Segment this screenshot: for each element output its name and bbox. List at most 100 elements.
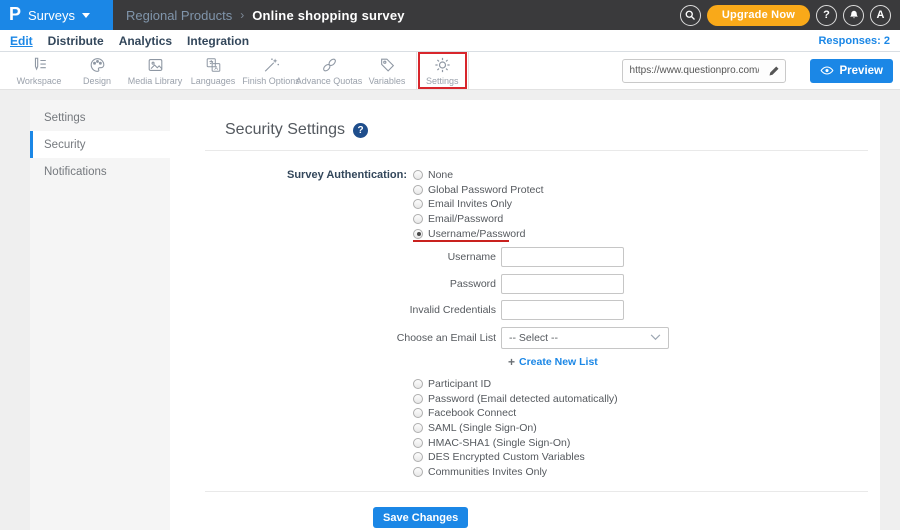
radio-icon — [413, 437, 423, 448]
breadcrumb-folder[interactable]: Regional Products — [126, 8, 232, 23]
questionpro-logo: P — [9, 4, 22, 24]
radio-icon — [413, 408, 423, 419]
radio-icon — [413, 466, 423, 477]
survey-nav: Edit Distribute Analytics Integration Re… — [0, 30, 900, 52]
radio-option-hmac-sha1[interactable]: HMAC-SHA1 (Single Sign-On) — [413, 435, 880, 450]
radio-option-global-password[interactable]: Global Password Protect — [413, 183, 544, 198]
auth-options-bottom: Participant ID Password (Email detected … — [413, 377, 880, 479]
advance-quotas-icon — [322, 58, 336, 71]
invalid-credentials-row: Invalid Credentials — [170, 300, 880, 321]
search-button[interactable] — [679, 4, 701, 26]
toolbar-item-settings[interactable]: Settings — [416, 52, 469, 89]
notifications-button[interactable] — [843, 4, 864, 26]
toolbar-item-advance-quotas[interactable]: Advance Quotas — [296, 56, 362, 86]
settings-highlight-annotation: Settings — [418, 52, 467, 89]
radio-icon — [413, 379, 423, 390]
username-field[interactable] — [501, 247, 624, 268]
responses-link[interactable]: Responses: 2 — [818, 35, 890, 47]
breadcrumb: Regional Products › Online shopping surv… — [126, 0, 405, 30]
design-icon — [90, 57, 104, 72]
workspace-icon — [34, 57, 46, 70]
edit-url-button[interactable] — [763, 60, 785, 82]
toolbar-item-media-library[interactable]: Media Library — [126, 56, 184, 86]
username-row: Username — [170, 247, 880, 268]
email-list-row: Choose an Email List -- Select -- — [170, 326, 880, 349]
radio-option-password-email-detected[interactable]: Password (Email detected automatically) — [413, 392, 880, 407]
radio-icon — [413, 184, 423, 195]
survey-authentication-row: Survey Authentication: None Global Passw… — [170, 168, 880, 243]
chevron-down-icon — [81, 13, 90, 18]
tab-analytics[interactable]: Analytics — [119, 33, 172, 48]
upgrade-now-button[interactable]: Upgrade Now — [706, 4, 810, 26]
preview-button[interactable]: Preview — [809, 58, 893, 83]
radio-icon — [413, 452, 423, 463]
radio-option-participant-id[interactable]: Participant ID — [413, 377, 880, 392]
password-field[interactable] — [501, 273, 624, 294]
bell-icon — [849, 10, 858, 19]
radio-option-facebook-connect[interactable]: Facebook Connect — [413, 406, 880, 421]
auth-options-top: None Global Password Protect Email Invit… — [413, 168, 544, 243]
tab-edit[interactable]: Edit — [10, 33, 33, 48]
survey-url-box — [621, 58, 786, 83]
surveys-menu[interactable]: P Surveys — [0, 0, 113, 30]
toolbar-item-design[interactable]: Design — [68, 56, 126, 86]
security-form: Survey Authentication: None Global Passw… — [170, 168, 880, 529]
radio-icon — [413, 170, 423, 181]
search-icon — [685, 10, 696, 20]
survey-url-input[interactable] — [622, 65, 763, 76]
svg-text:A: A — [214, 65, 218, 71]
surveys-menu-label: Surveys — [28, 7, 75, 23]
create-new-list-link[interactable]: + Create New List — [508, 356, 880, 368]
settings-icon — [435, 57, 450, 73]
languages-icon: A — [206, 57, 220, 72]
email-list-selected-value: -- Select -- — [509, 331, 559, 344]
top-bar: P Surveys Regional Products › Online sho… — [0, 0, 900, 30]
toolbar-item-variables[interactable]: Variables — [358, 56, 416, 86]
variables-icon — [380, 58, 394, 72]
sidebar-item-settings[interactable]: Settings — [30, 104, 170, 131]
toolbar-right: Preview — [621, 58, 900, 83]
tab-integration[interactable]: Integration — [187, 33, 249, 48]
radio-option-none[interactable]: None — [413, 168, 544, 183]
invalid-credentials-field[interactable] — [501, 300, 624, 321]
radio-option-communities-invites[interactable]: Communities Invites Only — [413, 465, 880, 480]
divider — [205, 491, 868, 493]
questionpro-app: P Surveys Regional Products › Online sho… — [0, 0, 900, 530]
panel-title-row: Security Settings ? — [225, 121, 880, 139]
content-area: Settings Security Notifications Security… — [0, 90, 900, 530]
radio-icon — [413, 199, 423, 210]
tab-distribute[interactable]: Distribute — [48, 33, 104, 48]
radio-icon — [413, 423, 423, 434]
breadcrumb-separator: › — [240, 8, 245, 22]
account-avatar[interactable]: A — [870, 4, 891, 26]
media-library-icon — [148, 58, 162, 71]
radio-option-des-encrypted[interactable]: DES Encrypted Custom Variables — [413, 450, 880, 465]
eye-icon — [820, 66, 833, 75]
top-bar-actions: Upgrade Now ? A — [679, 0, 900, 30]
radio-option-email-password[interactable]: Email/Password — [413, 212, 544, 227]
help-button[interactable]: ? — [816, 4, 837, 26]
help-icon[interactable]: ? — [353, 122, 369, 138]
radio-option-email-invites[interactable]: Email Invites Only — [413, 197, 544, 212]
invalid-credentials-label: Invalid Credentials — [409, 304, 496, 317]
radio-option-username-password[interactable]: Username/Password — [413, 226, 544, 243]
toolbar-item-workspace[interactable]: Workspace — [10, 56, 68, 86]
divider — [205, 150, 868, 151]
radio-icon — [413, 393, 423, 404]
password-label: Password — [449, 277, 496, 290]
save-changes-button[interactable]: Save Changes — [373, 507, 469, 529]
radio-icon — [413, 214, 423, 225]
sidebar-item-notifications[interactable]: Notifications — [30, 158, 170, 185]
toolbar-item-finish-options[interactable]: Finish Options — [242, 56, 300, 86]
sidebar-item-security[interactable]: Security — [30, 131, 170, 158]
red-underline-annotation — [413, 239, 509, 243]
radio-option-saml[interactable]: SAML (Single Sign-On) — [413, 421, 880, 436]
radio-icon-selected — [413, 228, 423, 239]
plus-icon: + — [508, 354, 516, 369]
page-title: Security Settings — [225, 121, 346, 138]
chevron-down-icon — [650, 332, 661, 344]
email-list-select[interactable]: -- Select -- — [501, 326, 669, 349]
preview-label: Preview — [839, 64, 883, 77]
toolbar-item-languages[interactable]: A Languages — [184, 56, 242, 86]
survey-authentication-label: Survey Authentication: — [287, 169, 407, 181]
